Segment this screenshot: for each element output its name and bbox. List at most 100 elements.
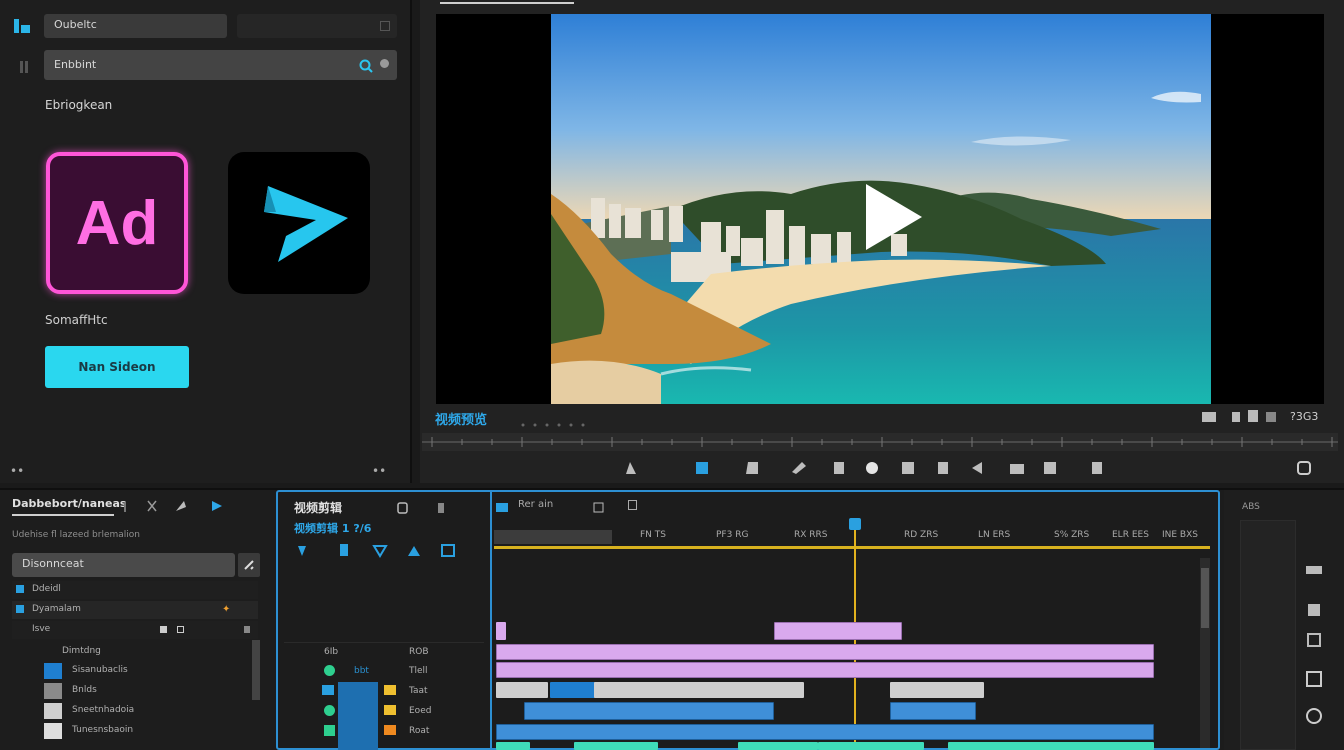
play-icon[interactable]	[862, 182, 926, 256]
search-icon[interactable]	[359, 58, 373, 77]
clip-blue-a[interactable]	[550, 682, 596, 698]
app-icon-text: Ad	[75, 188, 159, 258]
effects-row-label: Sisanubaclis	[72, 665, 128, 675]
ruler-label: LN ERS	[978, 530, 1011, 540]
right-rail-title: ABS	[1242, 502, 1260, 512]
trim-icon	[626, 462, 636, 474]
top-field-secondary[interactable]	[237, 14, 397, 38]
effects-row-4[interactable]: Sisanubaclis	[12, 662, 250, 680]
track-sub: ROB	[409, 647, 429, 657]
effects-row-3[interactable]: Dimtdng	[12, 643, 250, 661]
track-divider	[490, 492, 492, 748]
ruler-label: PF3 RG	[716, 530, 749, 540]
ruler-label: INE BXS	[1162, 530, 1198, 540]
effects-row-label: Dimtdng	[62, 646, 101, 656]
color-icon	[866, 462, 878, 474]
clip-green-e[interactable]	[948, 742, 1154, 750]
preview-view-icons[interactable]	[1202, 409, 1282, 423]
effects-panel: Dabbebort/naneas Udehise fl lazeed brlem…	[0, 490, 270, 750]
music-icon	[324, 725, 335, 736]
clip-gray-a[interactable]	[496, 682, 548, 698]
preview-scrubber[interactable]	[422, 433, 1338, 451]
timeline-tools[interactable]	[394, 500, 634, 514]
clip-green-a[interactable]	[496, 742, 530, 750]
timeline-edit-tools[interactable]	[296, 542, 456, 558]
settings-icon[interactable]	[1297, 460, 1311, 479]
edit-icon	[160, 626, 167, 633]
preview-progress-line	[440, 2, 574, 4]
lock-icon[interactable]	[628, 500, 637, 510]
copy-icon	[177, 626, 184, 633]
track-0[interactable]: 6Ib ROB	[284, 642, 484, 660]
effects-row-1[interactable]: Dyamalam ✦	[12, 601, 258, 619]
filter-fx-icon	[1044, 462, 1056, 474]
effects-title: Dabbebort/naneas	[12, 497, 127, 510]
clip-gray-b[interactable]	[594, 682, 804, 698]
clip-gray-c[interactable]	[890, 682, 984, 698]
track-3[interactable]: Eoed	[284, 702, 484, 720]
clip-green-d[interactable]	[818, 742, 924, 750]
preview-toolbar	[620, 458, 1120, 478]
crop-icon	[746, 462, 758, 474]
cut-app-icon[interactable]	[228, 152, 370, 294]
clip-green-b[interactable]	[574, 742, 658, 750]
ruler-label: RX RRS	[794, 530, 828, 540]
preview-label: 视频预览	[435, 413, 488, 428]
clip-purple-top[interactable]	[774, 622, 902, 640]
clip-blue-b[interactable]	[524, 702, 774, 720]
light-swatch-icon	[44, 723, 62, 739]
audio-icon	[972, 462, 982, 474]
search-input[interactable]: Enbbint	[44, 50, 397, 80]
clip-blue-c[interactable]	[890, 702, 976, 720]
ruler-label: FN TS	[640, 530, 666, 540]
track-label: 6Ib	[324, 647, 339, 657]
right-rail-box	[1240, 520, 1296, 750]
track-1[interactable]: bbt Tlell	[284, 662, 484, 680]
effects-row-5[interactable]: Bnlds	[12, 682, 250, 700]
timeline-panel: 视频剪辑 Rer ain 视频剪辑 1 ?/6 6Ib ROB bbt Tlel…	[276, 490, 1220, 750]
adobe-app-icon[interactable]: Ad	[46, 152, 188, 294]
new-project-button[interactable]: Nan Sideon	[45, 346, 189, 388]
effects-row-label: Bnlds	[72, 685, 97, 695]
gray-swatch-icon	[44, 683, 62, 699]
track-2[interactable]: Taat	[284, 682, 484, 750]
clip-purple-row2[interactable]	[496, 662, 1154, 678]
dropdown-add-button[interactable]	[238, 553, 260, 577]
effects-scrollbar[interactable]	[252, 640, 260, 700]
clip-purple-small[interactable]	[496, 622, 506, 640]
app-logo-icon	[14, 18, 30, 33]
timeline-tab[interactable]: Rer ain	[518, 499, 553, 510]
track-sub: Taat	[409, 686, 428, 696]
speed-icon	[834, 462, 844, 474]
effects-row-6[interactable]: Sneetnhadoia	[12, 702, 250, 720]
clear-icon[interactable]	[380, 59, 389, 68]
export-icon	[1092, 462, 1102, 474]
sticker-icon	[938, 462, 948, 474]
effects-row-label: Sneetnhadoia	[72, 705, 135, 715]
effects-row-0[interactable]: Ddeidl	[12, 581, 258, 599]
clip-green-c[interactable]	[738, 742, 818, 750]
effects-title-underline	[12, 514, 114, 516]
text-icon	[902, 462, 914, 474]
track-sub: Eoed	[409, 706, 432, 716]
timeline-scroll-thumb[interactable]	[1201, 568, 1209, 628]
window-square-icon[interactable]	[380, 21, 390, 31]
top-field[interactable]: Oubeltc	[44, 14, 227, 38]
rail-circle-icon	[1306, 708, 1322, 724]
ruler-label: ELR EES	[1112, 530, 1149, 540]
track-4[interactable]: Roat	[284, 722, 484, 740]
playhead-handle-icon[interactable]	[849, 518, 861, 530]
yellow-icon	[384, 705, 396, 715]
clip-blue-main[interactable]	[496, 724, 1154, 740]
effects-row-2[interactable]: Isve	[12, 621, 258, 639]
filter-icon[interactable]	[20, 58, 34, 73]
effects-dropdown[interactable]: Disonnceat	[12, 553, 235, 577]
clip-purple-row1[interactable]	[496, 644, 1154, 660]
effects-tools[interactable]	[124, 498, 224, 512]
cut-icon	[792, 462, 806, 474]
right-rail-icons[interactable]	[1304, 560, 1324, 730]
video-icon	[322, 685, 334, 695]
effects-row-7[interactable]: Tunesnsbaoin	[12, 722, 250, 740]
ruler-start-block	[494, 530, 612, 544]
timeline-scrollbar[interactable]	[1200, 558, 1210, 748]
